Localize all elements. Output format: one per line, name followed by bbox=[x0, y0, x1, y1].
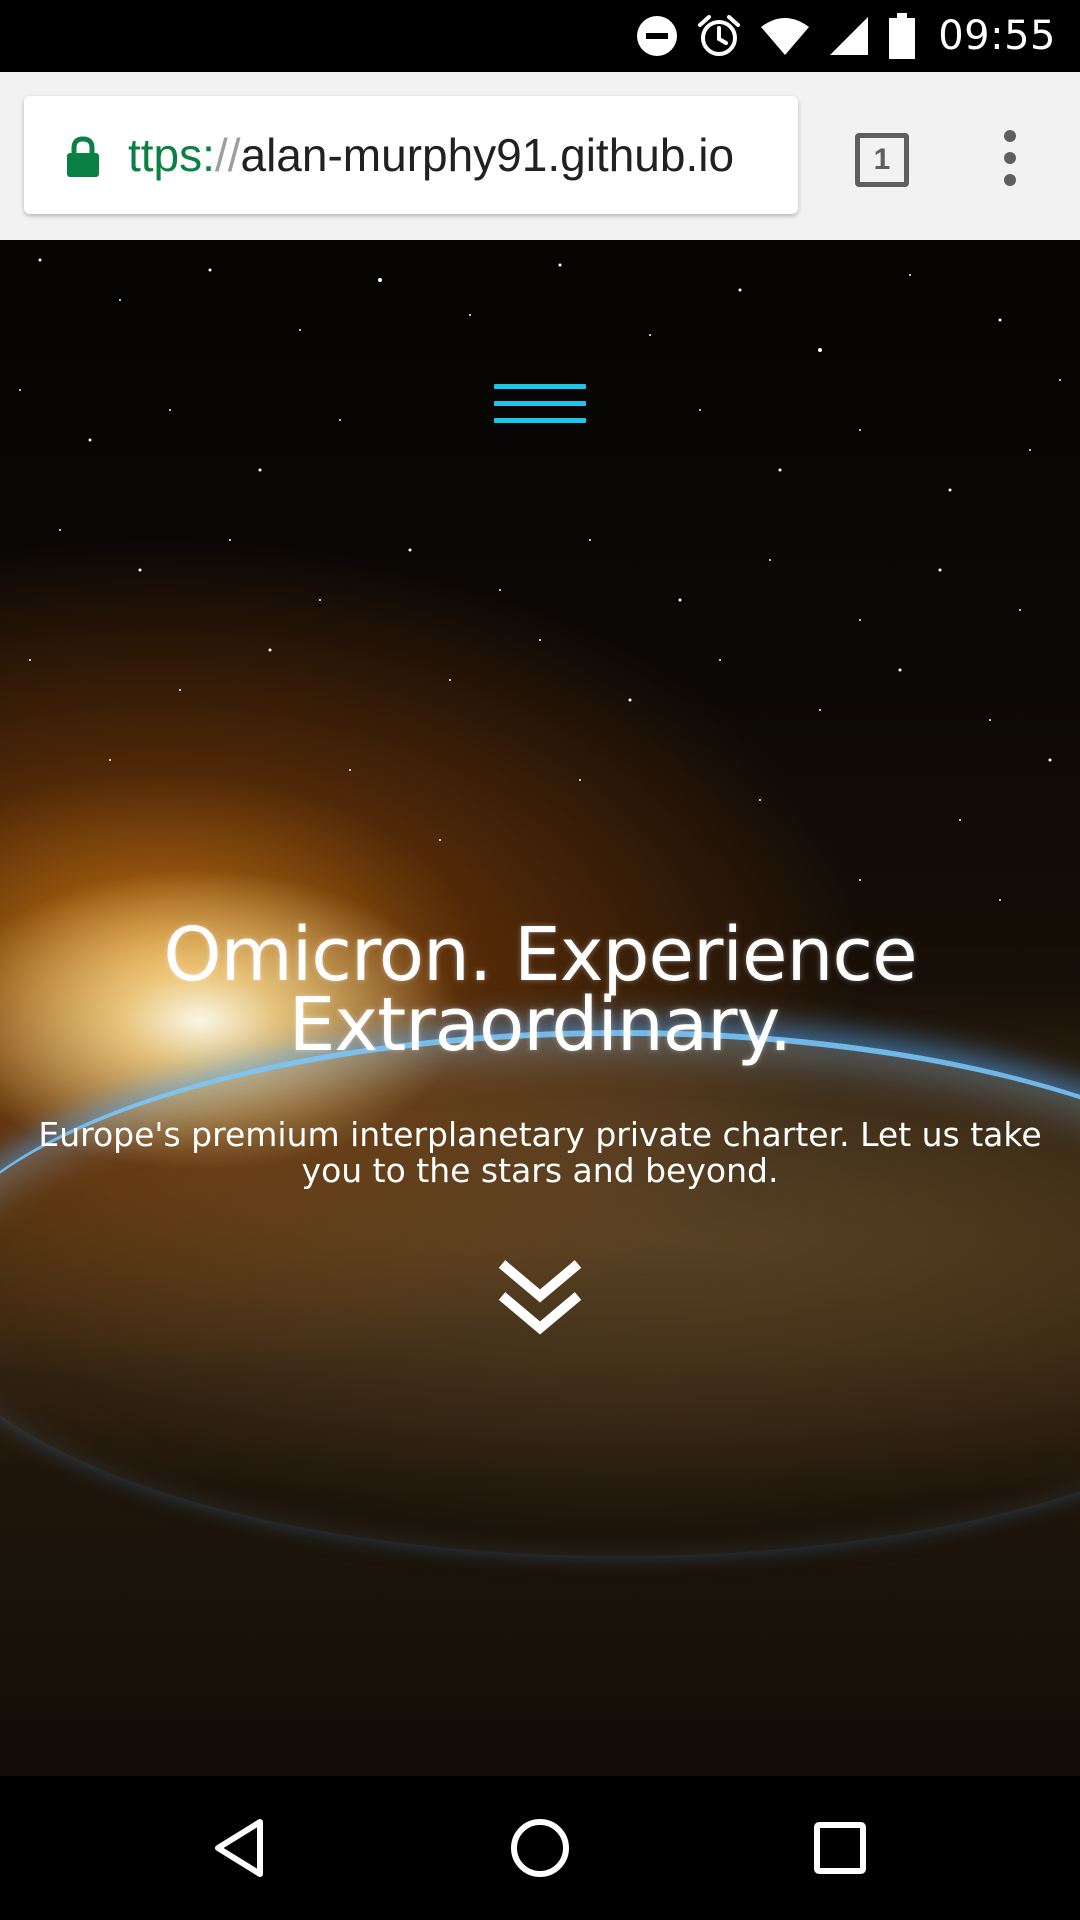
menu-line bbox=[494, 384, 586, 389]
cell-signal-icon bbox=[828, 15, 870, 57]
home-icon[interactable] bbox=[504, 1812, 576, 1884]
wifi-icon bbox=[760, 15, 810, 57]
browser-toolbar: ttps://alan-murphy91.github.io 1 bbox=[0, 72, 1080, 240]
url-scheme: ttps: bbox=[128, 129, 215, 181]
back-icon[interactable] bbox=[204, 1812, 276, 1884]
recents-icon[interactable] bbox=[804, 1812, 876, 1884]
status-bar: 09:55 bbox=[0, 0, 1080, 72]
url-text: ttps://alan-murphy91.github.io bbox=[128, 96, 734, 214]
hero-subtitle: Europe's premium interplanetary private … bbox=[38, 1115, 1042, 1190]
address-bar[interactable]: ttps://alan-murphy91.github.io bbox=[24, 96, 798, 214]
menu-line bbox=[494, 418, 586, 423]
hero-title: Omicron. Experience Extraordinary. bbox=[163, 912, 917, 1068]
overflow-menu-button[interactable] bbox=[990, 128, 1030, 188]
status-icons: 09:55 bbox=[636, 0, 1056, 72]
url-separator: // bbox=[214, 129, 241, 181]
hero-section: Omicron. Experience Extraordinary. Europ… bbox=[0, 240, 1080, 1776]
system-navigation-bar bbox=[0, 1776, 1080, 1920]
vertical-dots-icon bbox=[1004, 130, 1016, 186]
menu-line bbox=[494, 401, 586, 406]
alarm-icon bbox=[696, 13, 742, 59]
phone-screen: 09:55 ttps://alan-murphy91.github.io 1 O… bbox=[0, 0, 1080, 1920]
lock-icon bbox=[66, 136, 100, 182]
url-host: alan-murphy91.github.io bbox=[240, 129, 735, 181]
battery-icon bbox=[888, 12, 916, 60]
double-chevron-down-icon[interactable] bbox=[496, 1256, 584, 1340]
tab-count: 1 bbox=[873, 143, 891, 176]
tab-switcher-button[interactable]: 1 bbox=[852, 130, 909, 187]
hamburger-menu-icon[interactable] bbox=[494, 380, 586, 436]
do-not-disturb-icon bbox=[636, 15, 678, 57]
status-time: 09:55 bbox=[938, 13, 1056, 59]
